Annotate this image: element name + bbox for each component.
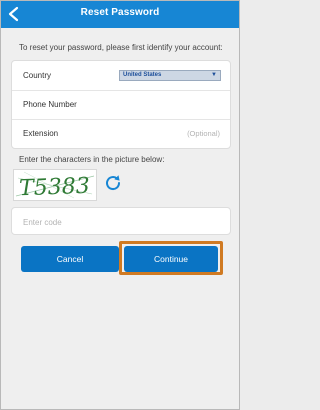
extension-field[interactable]: Extension (Optional) <box>12 119 230 148</box>
extension-optional-hint: (Optional) <box>187 129 220 138</box>
chevron-down-icon: ▼ <box>211 72 217 78</box>
app-header: Reset Password <box>1 1 239 28</box>
phone-number-field[interactable]: Phone Number <box>12 90 230 120</box>
page-title: Reset Password <box>80 7 160 18</box>
phone-number-label: Phone Number <box>23 100 77 109</box>
captcha-text: T5383 <box>19 174 91 200</box>
instructions-text: To reset your password, please first ide… <box>19 43 223 52</box>
captcha-code-input[interactable] <box>21 214 215 230</box>
account-form: Country United States ▼ Phone Number Ext… <box>11 60 231 149</box>
country-value: United States <box>123 72 162 78</box>
reset-password-screen: Reset Password To reset your password, p… <box>0 0 240 410</box>
refresh-icon[interactable] <box>102 172 124 194</box>
captcha-code-field <box>11 207 231 235</box>
extension-label: Extension <box>23 129 59 138</box>
captcha-instructions: Enter the characters in the picture belo… <box>19 155 165 164</box>
country-select[interactable]: United States ▼ <box>119 70 221 81</box>
captcha-image: T5383 <box>13 169 97 201</box>
country-label: Country <box>23 71 52 80</box>
country-row: Country United States ▼ <box>12 61 230 91</box>
cancel-button[interactable]: Cancel <box>21 246 119 272</box>
continue-button[interactable]: Continue <box>124 246 218 272</box>
